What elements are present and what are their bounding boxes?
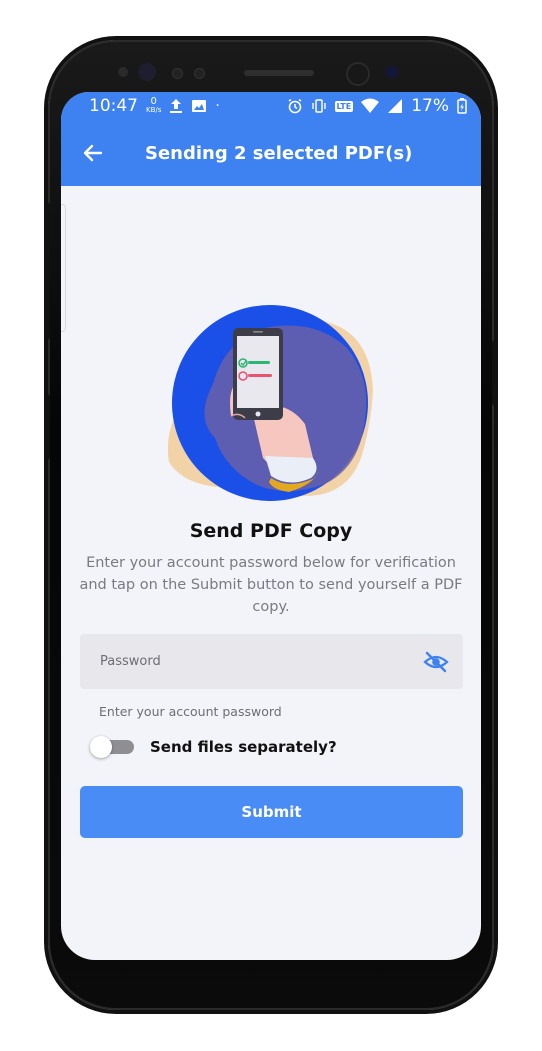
battery-icon [457, 98, 467, 114]
screen: 10:47 0 KB/s · LTE 17% Sending 2 selecte… [61, 92, 481, 960]
separate-files-label: Send files separately? [150, 738, 337, 756]
submit-button[interactable]: Submit [80, 786, 463, 838]
eye-off-icon[interactable] [423, 651, 449, 673]
proximity-sensor [118, 67, 128, 77]
status-right: LTE 17% [287, 96, 468, 116]
image-icon [192, 100, 207, 112]
page-heading: Send PDF Copy [189, 520, 353, 542]
network-speed: 0 KB/s [146, 97, 161, 115]
earpiece-speaker [244, 70, 314, 76]
separate-files-toggle[interactable] [90, 736, 134, 758]
app-bar-title: Sending 2 selected PDF(s) [145, 142, 413, 164]
wifi-icon [361, 98, 380, 113]
bixby-button [44, 394, 50, 460]
light-sensor [172, 68, 183, 79]
lte-label: LTE [336, 101, 352, 111]
page-description: Enter your account password below for ve… [79, 555, 463, 615]
iris-sensor [138, 63, 156, 81]
battery-percent: 17% [411, 96, 449, 116]
signal-icon [388, 99, 403, 113]
phone-in-hand-illustration [167, 305, 373, 501]
status-time: 10:47 [89, 96, 138, 116]
password-field[interactable] [80, 634, 463, 689]
front-camera [346, 62, 370, 86]
status-left: 10:47 0 KB/s · [89, 96, 220, 116]
network-speed-value: 0 [150, 96, 157, 107]
app-bar: Sending 2 selected PDF(s) [61, 120, 481, 186]
main-content: Send PDF Copy Enter your account passwor… [61, 186, 481, 960]
separate-files-row: Send files separately? [90, 736, 337, 758]
volume-button [44, 202, 50, 340]
back-arrow-icon[interactable] [81, 141, 105, 165]
edge-panel-handle[interactable] [61, 204, 66, 332]
light-sensor-2 [194, 68, 205, 79]
top-bezel [48, 40, 494, 100]
status-bar: 10:47 0 KB/s · LTE 17% [61, 92, 481, 120]
toggle-thumb [90, 736, 112, 758]
password-input[interactable] [98, 653, 362, 670]
network-speed-unit: KB/s [146, 106, 162, 114]
password-helper-text: Enter your account password [99, 704, 282, 719]
upload-icon [170, 99, 183, 113]
notification-dot-icon: · [215, 98, 220, 114]
iris-camera [386, 66, 398, 78]
power-button [492, 340, 498, 406]
vibrate-icon [311, 99, 326, 113]
volte-icon: LTE [334, 100, 354, 112]
alarm-icon [288, 98, 301, 114]
